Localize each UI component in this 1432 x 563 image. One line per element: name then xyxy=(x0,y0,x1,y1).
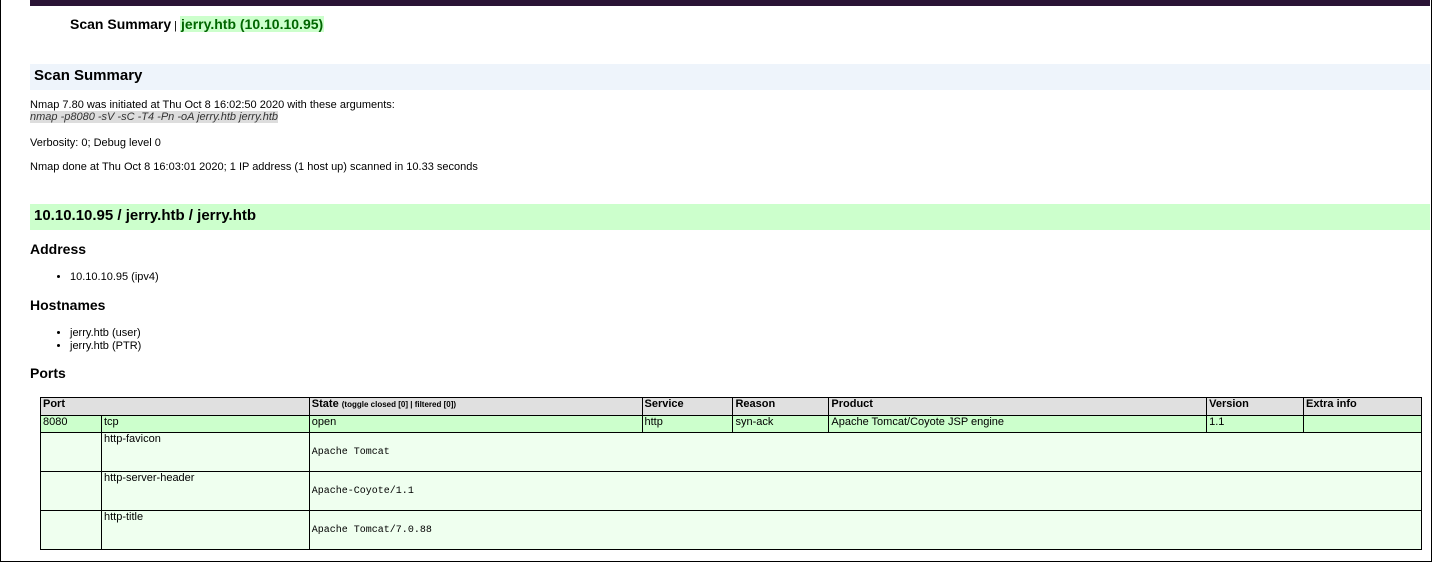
scan-summary-section: Scan Summary xyxy=(30,64,1430,90)
scan-initiated-text: Nmap 7.80 was initiated at Thu Oct 8 16:… xyxy=(30,99,395,123)
host-section: 10.10.10.95 / jerry.htb / jerry.htb xyxy=(30,204,1430,230)
port-service: http xyxy=(641,415,734,433)
top-bar xyxy=(30,0,1430,6)
ports-header-row: Port State (toggle closed [0] | filtered… xyxy=(40,397,1422,416)
state-header-label: State xyxy=(311,398,339,410)
port-state: open xyxy=(308,415,643,433)
host-heading: 10.10.10.95 / jerry.htb / jerry.htb xyxy=(34,207,257,224)
toggle-closed-link[interactable]: closed [0] xyxy=(371,400,408,409)
extra-info-column-header: Extra info xyxy=(1303,397,1422,416)
scan-done-text: Nmap done at Thu Oct 8 16:03:01 2020; 1 … xyxy=(30,161,478,173)
port-row-open: 8080 tcp open http syn-ack Apache Tomcat… xyxy=(40,415,1422,433)
script-spacer xyxy=(40,432,102,472)
script-row: http-favicon Apache Tomcat xyxy=(40,432,1423,472)
hostname-item: jerry.htb (PTR) xyxy=(70,340,141,353)
script-spacer xyxy=(40,510,102,550)
port-extra-info xyxy=(1303,415,1422,433)
script-output: Apache-Coyote/1.1 xyxy=(308,471,1423,511)
scan-arguments: nmap -p8080 -sV -sC -T4 -Pn -oA jerry.ht… xyxy=(30,111,278,123)
breadcrumb-separator: | xyxy=(174,20,178,32)
address-list: 10.10.10.95 (ipv4) xyxy=(60,271,159,284)
port-reason: syn-ack xyxy=(732,415,830,433)
ports-table: Port State (toggle closed [0] | filtered… xyxy=(40,397,1423,550)
toggle-separator: | xyxy=(408,400,415,409)
toggle-suffix: ) xyxy=(453,400,457,409)
ports-heading: Ports xyxy=(30,365,66,381)
breadcrumb-title[interactable]: Scan Summary xyxy=(70,16,171,32)
script-name: http-title xyxy=(100,510,310,550)
port-version: 1.1 xyxy=(1206,415,1305,433)
address-item: 10.10.10.95 (ipv4) xyxy=(70,271,159,284)
script-spacer xyxy=(40,471,102,511)
version-column-header: Version xyxy=(1206,397,1305,416)
script-row: http-server-header Apache-Coyote/1.1 xyxy=(40,471,1423,511)
script-name: http-server-header xyxy=(100,471,310,511)
breadcrumb: Scan Summary | jerry.htb (10.10.10.95) xyxy=(70,16,325,32)
script-output: Apache Tomcat/7.0.88 xyxy=(308,510,1423,550)
script-name: http-favicon xyxy=(100,432,310,472)
port-product: Apache Tomcat/Coyote JSP engine xyxy=(828,415,1208,433)
breadcrumb-host-link[interactable]: jerry.htb (10.10.10.95) xyxy=(180,16,325,32)
toggle-filtered-link[interactable]: filtered [0] xyxy=(415,400,454,409)
product-column-header: Product xyxy=(828,397,1208,416)
script-row: http-title Apache Tomcat/7.0.88 xyxy=(40,510,1423,550)
port-number: 8080 xyxy=(40,415,102,433)
address-heading: Address xyxy=(30,241,87,257)
port-column-header: Port xyxy=(40,397,310,416)
verbosity-text: Verbosity: 0; Debug level 0 xyxy=(30,137,161,149)
reason-column-header: Reason xyxy=(732,397,830,416)
hostname-item: jerry.htb (user) xyxy=(70,327,141,340)
initiated-line: Nmap 7.80 was initiated at Thu Oct 8 16:… xyxy=(30,99,395,111)
state-column-header: State (toggle closed [0] | filtered [0]) xyxy=(308,397,643,416)
hostnames-list: jerry.htb (user) jerry.htb (PTR) xyxy=(60,327,141,353)
script-output: Apache Tomcat xyxy=(308,432,1423,472)
scan-summary-heading: Scan Summary xyxy=(34,67,143,84)
toggle-prefix: (toggle xyxy=(341,400,371,409)
hostnames-heading: Hostnames xyxy=(30,297,106,313)
port-protocol: tcp xyxy=(100,415,310,433)
service-column-header: Service xyxy=(641,397,734,416)
state-toggle: (toggle closed [0] | filtered [0]) xyxy=(342,400,456,409)
